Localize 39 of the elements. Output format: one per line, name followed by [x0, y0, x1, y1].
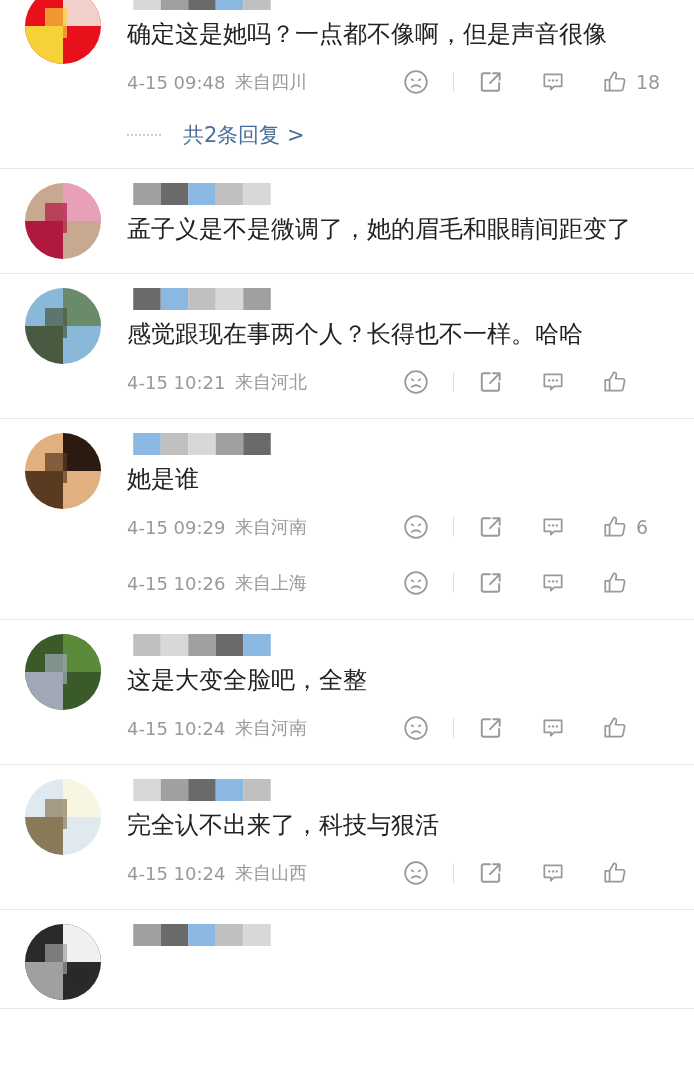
share-icon[interactable] — [478, 369, 504, 395]
thumbs-up-icon[interactable] — [602, 369, 628, 395]
comment-text: 完全认不出来了，科技与狠活 — [127, 810, 440, 841]
like-count: 6 — [636, 516, 649, 538]
sad-face-icon[interactable] — [403, 715, 429, 741]
thumbs-up-icon[interactable] — [602, 514, 628, 540]
comment-time: 4-15 09:48 — [127, 71, 226, 93]
share-icon[interactable] — [478, 860, 504, 886]
comment-location: 来自河南 — [235, 515, 308, 539]
sad-face-icon[interactable] — [403, 570, 429, 596]
thumbs-up-icon[interactable] — [602, 570, 628, 596]
sad-face-icon[interactable] — [403, 369, 429, 395]
thumbs-up-icon[interactable] — [602, 69, 628, 95]
share-icon[interactable] — [478, 715, 504, 741]
comment-location: 来自河北 — [235, 370, 308, 394]
comment-time: 4-15 10:21 — [127, 371, 226, 393]
share-icon[interactable] — [478, 69, 504, 95]
share-icon[interactable] — [478, 514, 504, 540]
comment-time: 4-15 10:24 — [127, 862, 226, 884]
comment-text: 孟子义是不是微调了，她的眉毛和眼睛间距变了 — [127, 214, 632, 245]
comment-text: 感觉跟现在事两个人？长得也不一样。哈哈 — [127, 319, 584, 350]
sad-face-icon[interactable] — [403, 69, 429, 95]
thumbs-up-icon[interactable] — [602, 860, 628, 886]
comment-text: 她是谁 — [127, 464, 200, 495]
comment-text: 确定这是她吗？一点都不像啊，但是声音很像 — [127, 19, 608, 50]
comment-text: 这是大变全脸吧，全整 — [127, 665, 368, 696]
comment-time: 4-15 10:24 — [127, 717, 226, 739]
replies-link[interactable]: 共2条回复 > — [183, 121, 305, 149]
comment-location: 来自山西 — [235, 861, 308, 885]
comment-time: 4-15 09:29 — [127, 516, 226, 538]
share-icon[interactable] — [478, 570, 504, 596]
thumbs-up-icon[interactable] — [602, 715, 628, 741]
comment-location: 来自上海 — [235, 571, 308, 595]
like-count: 18 — [636, 71, 661, 93]
sad-face-icon[interactable] — [403, 860, 429, 886]
comment-time: 4-15 10:26 — [127, 572, 226, 594]
comment-location: 来自四川 — [235, 70, 308, 94]
comment-location: 来自河南 — [235, 716, 308, 740]
sad-face-icon[interactable] — [403, 514, 429, 540]
